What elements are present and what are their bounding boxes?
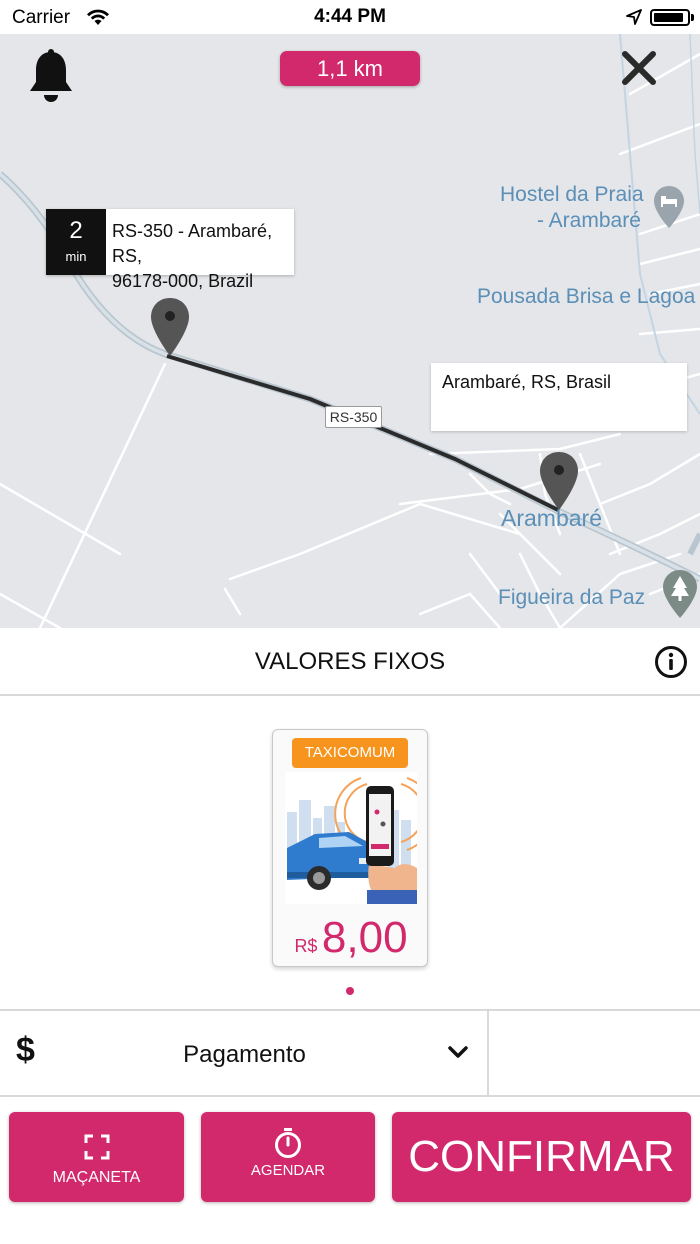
vehicle-category-tag: TAXICOMUM [292, 738, 408, 768]
fares-header: VALORES FIXOS [0, 628, 700, 696]
battery-fill [654, 13, 683, 22]
scan-icon [84, 1134, 109, 1160]
origin-address: RS-350 - Arambaré, RS, 96178-000, Brazil [112, 219, 288, 294]
destination-address: Arambaré, RS, Brasil [442, 372, 612, 392]
status-bar: Carrier 4:44 PM [0, 0, 700, 34]
origin-address-line1: RS-350 - Arambaré, RS, [112, 221, 273, 266]
taxi-app-illustration [285, 772, 417, 904]
map-roads [0, 34, 700, 628]
battery-tip [691, 14, 694, 21]
map-view[interactable]: 1,1 km Hostel da Praia - Arambaré Pousad… [0, 34, 700, 628]
macaneta-button[interactable]: MAÇANETA [9, 1112, 184, 1202]
carousel-page-indicator[interactable] [346, 987, 354, 995]
confirm-button[interactable]: CONFIRMAR [392, 1112, 691, 1202]
battery-icon [650, 9, 690, 26]
origin-map-pin-icon[interactable] [150, 296, 190, 358]
map-label-figueira: Figueira da Paz [498, 586, 646, 609]
section-title: VALORES FIXOS [254, 648, 446, 675]
info-icon[interactable] [654, 645, 688, 679]
origin-address-line2: 96178-000, Brazil [112, 271, 254, 291]
chevron-down-icon [448, 1046, 468, 1058]
park-pin-icon [663, 570, 697, 618]
vehicle-option-card[interactable]: TAXICOMUM R$ 8,00 [272, 729, 428, 967]
close-icon[interactable] [621, 50, 657, 86]
destination-map-pin-icon[interactable] [539, 450, 579, 512]
eta-box: 2 min [46, 209, 106, 275]
price-value: 8,00 [321, 913, 408, 962]
distance-badge: 1,1 km [280, 51, 420, 86]
clock: 4:44 PM [314, 6, 386, 27]
location-arrow-icon [626, 9, 642, 25]
destination-callout[interactable]: Arambaré, RS, Brasil [431, 363, 687, 431]
agendar-button[interactable]: AGENDAR [201, 1112, 375, 1202]
eta-value: 2 [69, 217, 83, 244]
origin-callout[interactable]: 2 min RS-350 - Arambaré, RS, 96178-000, … [46, 209, 294, 291]
eta-unit: min [65, 249, 87, 264]
agendar-label: AGENDAR [250, 1162, 326, 1179]
payment-label: Pagamento [183, 1041, 306, 1068]
hotel-pin-icon [654, 186, 684, 228]
payment-row: $ Pagamento [0, 1009, 700, 1097]
payment-method-select[interactable]: $ Pagamento [0, 1011, 489, 1095]
bell-icon[interactable] [26, 48, 76, 106]
map-label-hostel: Hostel da Praia - Arambaré [500, 182, 644, 234]
map-label-hostel-line2: - Arambaré [537, 209, 641, 232]
price-currency: R$ [294, 936, 318, 956]
map-label-pousada: Pousada Brisa e Lagoa [477, 285, 696, 308]
map-label-hostel-line1: Hostel da Praia [500, 183, 644, 206]
price: R$ 8,00 [273, 913, 429, 963]
stopwatch-icon [275, 1128, 301, 1158]
macaneta-label: MAÇANETA [52, 1169, 141, 1186]
confirm-label: CONFIRMAR [408, 1132, 675, 1181]
road-shield: RS-350 [325, 406, 382, 428]
